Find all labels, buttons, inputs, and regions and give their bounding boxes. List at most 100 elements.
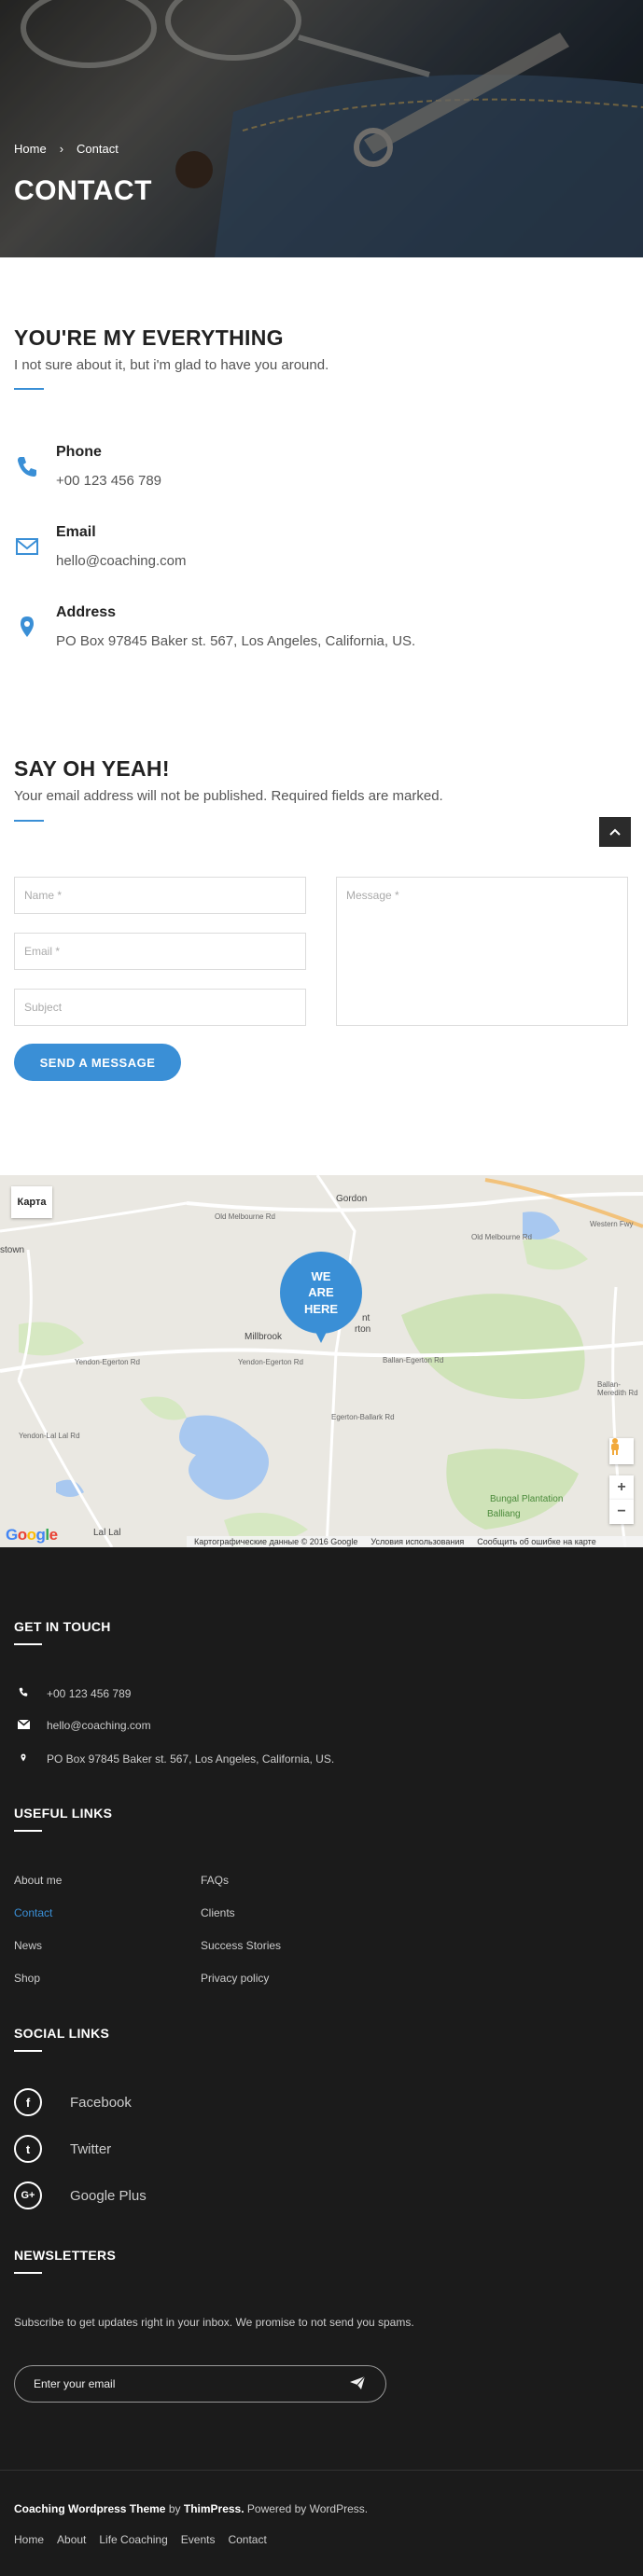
footer-address: PO Box 97845 Baker st. 567, Los Angeles,… xyxy=(14,1752,334,1766)
map-pin-icon xyxy=(14,1752,33,1766)
map-place-label: stown xyxy=(0,1245,25,1255)
newsletter-email-placeholder: Enter your email xyxy=(34,2377,116,2390)
social-link-google-plus[interactable]: G+ Google Plus xyxy=(14,2181,147,2209)
contact-address-label: Address xyxy=(56,604,117,620)
bottom-nav-about[interactable]: About xyxy=(57,2533,86,2546)
envelope-icon xyxy=(14,533,40,560)
brand-link[interactable]: ThimPress. xyxy=(184,2502,245,2515)
map-place-label: rton xyxy=(355,1324,371,1335)
envelope-icon xyxy=(14,1719,33,1732)
social-link-label: Twitter xyxy=(70,2140,112,2157)
street-view-pegman-button[interactable] xyxy=(609,1438,634,1464)
marker-line: HERE xyxy=(303,1301,339,1316)
zoom-in-button[interactable]: + xyxy=(609,1475,634,1500)
map-place-label: Lal Lal xyxy=(93,1528,121,1538)
site-footer xyxy=(0,1547,643,2576)
breadcrumb-home-link[interactable]: Home xyxy=(14,142,47,156)
email-input[interactable] xyxy=(14,933,306,970)
footer-email: hello@coaching.com xyxy=(14,1719,151,1732)
footer-link-privacy-policy[interactable]: Privacy policy xyxy=(201,1972,269,1985)
map-report-link[interactable]: Сообщить об ошибке на карте xyxy=(477,1537,595,1546)
intro-subtitle: I not sure about it, but i'm glad to hav… xyxy=(14,357,329,373)
zoom-out-button[interactable]: − xyxy=(609,1500,634,1524)
intro-title: YOU'RE MY EVERYTHING xyxy=(14,325,284,350)
page-hero: Home › Contact CONTACT xyxy=(0,0,643,257)
social-link-label: Google Plus xyxy=(70,2187,147,2204)
map-pin-icon xyxy=(14,614,40,640)
theme-name[interactable]: Coaching Wordpress Theme xyxy=(14,2502,165,2515)
send-message-button[interactable]: SEND A MESSAGE xyxy=(14,1044,181,1081)
marker-line: ARE xyxy=(308,1285,334,1300)
footer-link-clients[interactable]: Clients xyxy=(201,1906,235,1919)
copyright-by: by xyxy=(168,2502,181,2515)
map-terms-link[interactable]: Условия использования xyxy=(370,1537,464,1546)
map-road-label: Yendon-Lal Lal Rd xyxy=(19,1432,80,1440)
footer-email-value[interactable]: hello@coaching.com xyxy=(47,1719,151,1732)
footer-link-shop[interactable]: Shop xyxy=(14,1972,40,1985)
twitter-icon: t xyxy=(14,2135,42,2163)
marker-line: WE xyxy=(311,1268,331,1283)
social-link-twitter[interactable]: t Twitter xyxy=(14,2135,111,2163)
map-road-label: Old Melbourne Rd xyxy=(215,1212,275,1221)
footer-link-about[interactable]: About me xyxy=(14,1874,62,1887)
chevron-up-icon xyxy=(609,828,621,836)
bottom-nav-home[interactable]: Home xyxy=(14,2533,44,2546)
back-to-top-button[interactable] xyxy=(599,817,631,847)
social-link-label: Facebook xyxy=(70,2094,132,2111)
map-road-label: Western Fwy xyxy=(590,1220,634,1228)
map-attribution: Картографические данные © 2016 Google Ус… xyxy=(187,1536,643,1547)
contact-address-value: PO Box 97845 Baker st. 567, Los Angeles,… xyxy=(56,633,416,649)
hero-background-image xyxy=(0,0,643,257)
map-place-label: Gordon xyxy=(336,1194,368,1204)
social-links-title: SOCIAL LINKS xyxy=(14,2026,110,2041)
subject-input[interactable] xyxy=(14,989,306,1026)
footer-title-line xyxy=(14,2272,42,2274)
contact-email-label: Email xyxy=(56,524,96,540)
map-place-label: Millbrook xyxy=(245,1332,283,1342)
intro-accent-line xyxy=(14,388,44,390)
envelope-send-icon[interactable] xyxy=(350,2375,366,2394)
footer-phone-value: +00 123 456 789 xyxy=(47,1686,132,1700)
message-textarea[interactable] xyxy=(336,877,628,1026)
facebook-icon: f xyxy=(14,2088,42,2116)
map-marker[interactable]: WE ARE HERE xyxy=(280,1252,362,1343)
map-place-label: Balliang xyxy=(487,1509,521,1519)
footer-title-line xyxy=(14,2050,42,2052)
form-title: SAY OH YEAH! xyxy=(14,756,170,781)
newsletter-email-input[interactable]: Enter your email xyxy=(14,2365,386,2403)
map-data-credit: Картографические данные © 2016 Google xyxy=(194,1537,358,1546)
map-road-label: Old Melbourne Rd xyxy=(471,1233,532,1241)
footer-link-contact[interactable]: Contact xyxy=(14,1906,52,1919)
footer-link-news[interactable]: News xyxy=(14,1939,42,1952)
map-type-button[interactable]: Карта xyxy=(11,1186,52,1218)
pegman-icon xyxy=(611,1438,619,1455)
contact-phone-label: Phone xyxy=(56,444,102,460)
contact-address: Address PO Box 97845 Baker st. 567, Los … xyxy=(14,604,630,660)
get-in-touch-title: GET IN TOUCH xyxy=(14,1619,111,1634)
footer-divider xyxy=(0,2470,643,2471)
footer-title-line xyxy=(14,1643,42,1645)
map-road-label: Yendon-Egerton Rd xyxy=(75,1358,140,1366)
footer-title-line xyxy=(14,1830,42,1832)
useful-links-title: USEFUL LINKS xyxy=(14,1806,113,1821)
footer-phone: +00 123 456 789 xyxy=(14,1686,131,1700)
name-input[interactable] xyxy=(14,877,306,914)
footer-link-success-stories[interactable]: Success Stories xyxy=(201,1939,281,1952)
copyright-text: Coaching Wordpress Theme by ThimPress. P… xyxy=(14,2502,368,2515)
map-road-label: Ballan-Meredith Rd xyxy=(597,1380,638,1397)
map-place-label: nt xyxy=(362,1313,370,1323)
phone-icon xyxy=(14,1686,33,1700)
google-plus-icon: G+ xyxy=(14,2181,42,2209)
bottom-nav-contact[interactable]: Contact xyxy=(228,2533,266,2546)
social-link-facebook[interactable]: f Facebook xyxy=(14,2088,132,2116)
bottom-nav-life-coaching[interactable]: Life Coaching xyxy=(99,2533,167,2546)
location-map[interactable]: Карта Gordon Millbrook Lal Lal Bungal Pl… xyxy=(0,1175,643,1547)
breadcrumb: Home › Contact xyxy=(14,142,119,156)
footer-address-value: PO Box 97845 Baker st. 567, Los Angeles,… xyxy=(47,1752,335,1766)
newsletters-title: NEWSLETTERS xyxy=(14,2248,117,2263)
map-road-label: Egerton-Ballark Rd xyxy=(331,1413,395,1421)
contact-phone: Phone +00 123 456 789 xyxy=(14,444,630,500)
footer-link-faqs[interactable]: FAQs xyxy=(201,1874,229,1887)
bottom-nav-events[interactable]: Events xyxy=(181,2533,216,2546)
google-logo: Google xyxy=(6,1526,58,1544)
